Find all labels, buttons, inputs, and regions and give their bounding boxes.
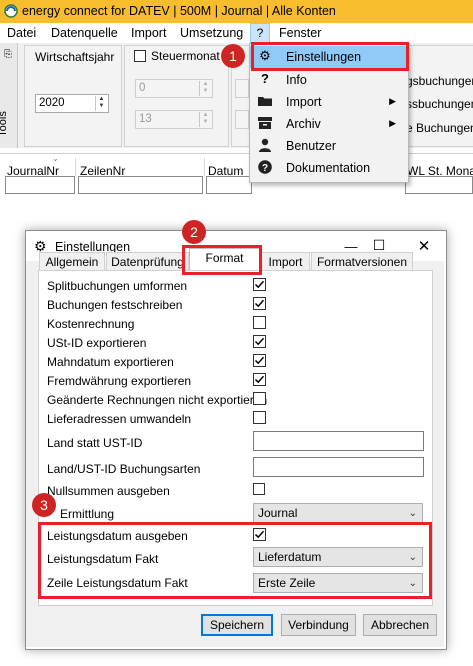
title-bar: energy connect for DATEV | 500M | Journa… bbox=[0, 0, 473, 23]
submenu-arrow-icon: ▶ bbox=[389, 96, 396, 106]
menu-umsetzung[interactable]: Umsetzung bbox=[180, 26, 243, 40]
partial-spinner[interactable] bbox=[235, 79, 249, 98]
buchungen-option-label: gsbuchungen bbox=[406, 74, 473, 88]
filter-datum[interactable] bbox=[206, 176, 252, 194]
setting-label: Land/UST-ID Buchungsarten bbox=[47, 462, 201, 476]
menu-item-label: Info bbox=[286, 73, 307, 87]
land-ustid-buchungsarten-input[interactable] bbox=[253, 457, 424, 477]
menu-item-info[interactable]: ? Info bbox=[250, 69, 408, 91]
spinner-arrows-icon[interactable]: ▲ ▼ bbox=[95, 96, 107, 111]
setting-label: Mahndatum exportieren bbox=[47, 355, 174, 369]
annotation-box-einstellungen bbox=[251, 42, 409, 71]
menu-datei[interactable]: Datei bbox=[7, 26, 36, 40]
ermittlung-value: Journal bbox=[258, 506, 298, 520]
checkbox-geaenderte-rechnungen[interactable] bbox=[253, 392, 266, 405]
year-spinner[interactable]: 2020 ▲ ▼ bbox=[35, 94, 109, 113]
folder-icon bbox=[258, 97, 272, 106]
setting-label: Ermittlung bbox=[60, 507, 115, 521]
setting-label: Fremdwährung exportieren bbox=[47, 374, 192, 388]
checkbox-ustid[interactable] bbox=[253, 335, 266, 348]
menu-item-label: Import bbox=[286, 95, 322, 109]
tab-formatversionen[interactable]: Formatversionen bbox=[311, 252, 413, 270]
annotation-box-format-tab bbox=[182, 245, 262, 275]
buchungen-option-label: e Buchungen bbox=[406, 121, 473, 135]
checkbox-column bbox=[253, 278, 266, 424]
step-badge-1: 1 bbox=[221, 44, 245, 68]
steuermonat-label: Steuermonat bbox=[151, 49, 220, 63]
tab-import[interactable]: Import bbox=[261, 252, 310, 270]
steuermonat-to-value: 13 bbox=[139, 113, 152, 125]
filter-zeilennr[interactable] bbox=[78, 176, 203, 194]
menu-item-label: Archiv bbox=[286, 117, 321, 131]
column-separator[interactable] bbox=[204, 158, 205, 176]
checkbox-kostenrechnung[interactable] bbox=[253, 316, 266, 329]
annotation-box-leistungsdatum bbox=[38, 522, 432, 599]
setting-label: Lieferadressen umwandeln bbox=[47, 412, 192, 426]
checkbox-mahndatum[interactable] bbox=[253, 354, 266, 367]
checkbox-festschreiben[interactable] bbox=[253, 297, 266, 310]
setting-label: Buchungen festschreiben bbox=[47, 298, 183, 312]
help-circle-icon: ? bbox=[258, 160, 272, 174]
menu-item-label: Benutzer bbox=[286, 139, 337, 153]
chevron-down-icon: ⌄ bbox=[408, 508, 417, 519]
checkbox-nullsummen[interactable] bbox=[253, 483, 265, 495]
setting-label: Land statt UST-ID bbox=[47, 436, 143, 450]
save-button[interactable]: Speichern bbox=[201, 614, 273, 636]
step-badge-3: 3 bbox=[32, 493, 56, 517]
land-statt-ustid-input[interactable] bbox=[253, 431, 424, 451]
submenu-arrow-icon: ▶ bbox=[389, 118, 396, 128]
ermittlung-select[interactable]: Journal ⌄ bbox=[253, 503, 423, 523]
menu-fenster[interactable]: Fenster bbox=[279, 26, 321, 40]
spinner-arrows-icon[interactable]: ▲ ▼ bbox=[199, 81, 211, 96]
tab-datenpruefung[interactable]: Datenprüfung bbox=[106, 252, 189, 270]
setting-label: Kostenrechnung bbox=[47, 317, 135, 331]
cancel-button[interactable]: Abbrechen bbox=[363, 614, 437, 636]
menu-item-benutzer[interactable]: Benutzer bbox=[250, 135, 408, 157]
steuermonat-to-spinner[interactable]: 13 ▲ ▼ bbox=[135, 110, 213, 129]
menu-item-label: Dokumentation bbox=[286, 161, 371, 175]
tab-allgemein[interactable]: Allgemein bbox=[39, 252, 105, 270]
app-icon bbox=[4, 4, 18, 18]
steuermonat-from-value: 0 bbox=[139, 82, 146, 94]
connection-button[interactable]: Verbindung bbox=[281, 614, 356, 636]
setting-label: Geänderte Rechnungen nicht exportieren bbox=[47, 393, 268, 407]
pin-icon[interactable]: ⎘ bbox=[4, 49, 12, 60]
menu-datenquelle[interactable]: Datenquelle bbox=[51, 26, 118, 40]
menu-import[interactable]: Import bbox=[131, 26, 166, 40]
setting-label: USt-ID exportieren bbox=[47, 336, 147, 350]
svg-text:?: ? bbox=[262, 163, 268, 174]
wirtschaftsjahr-label: Wirtschaftsjahr bbox=[35, 50, 115, 64]
steuermonat-from-spinner[interactable]: 0 ▲ ▼ bbox=[135, 79, 213, 98]
menu-item-archiv[interactable]: Archiv ▶ bbox=[250, 113, 408, 135]
user-icon bbox=[259, 138, 271, 152]
spinner-arrows-icon[interactable]: ▲ ▼ bbox=[199, 112, 211, 127]
step-badge-2: 2 bbox=[182, 220, 206, 244]
setting-label: Nullsummen ausgeben bbox=[47, 484, 170, 498]
menu-item-import[interactable]: Import ▶ bbox=[250, 91, 408, 113]
archive-icon bbox=[258, 117, 272, 129]
partial-spinner[interactable] bbox=[235, 110, 249, 129]
close-icon[interactable]: ✕ bbox=[417, 237, 431, 255]
steuermonat-checkbox[interactable] bbox=[134, 50, 146, 62]
window-title: energy connect for DATEV | 500M | Journa… bbox=[22, 4, 336, 18]
sort-arrow-icon: ⌄ bbox=[52, 154, 59, 163]
checkbox-fremdwaehrung[interactable] bbox=[253, 373, 266, 386]
checkbox-splitbuchungen[interactable] bbox=[253, 278, 266, 291]
checkbox-lieferadressen[interactable] bbox=[253, 411, 266, 424]
filter-journalnr[interactable] bbox=[5, 176, 75, 194]
tools-label: Tools bbox=[0, 111, 9, 137]
menu-bar: Datei Datenquelle Import Umsetzung ? Fen… bbox=[0, 23, 473, 44]
filter-wl-st-monat[interactable] bbox=[405, 176, 473, 194]
buchungen-option-label: ssbuchungen bbox=[406, 97, 473, 111]
menu-help[interactable]: ? bbox=[250, 23, 270, 43]
menu-item-dokumentation[interactable]: ? Dokumentation bbox=[250, 157, 408, 179]
year-value: 2020 bbox=[39, 97, 65, 109]
setting-label: Splitbuchungen umformen bbox=[47, 279, 188, 293]
column-separator[interactable] bbox=[75, 158, 76, 176]
question-icon: ? bbox=[261, 71, 269, 86]
